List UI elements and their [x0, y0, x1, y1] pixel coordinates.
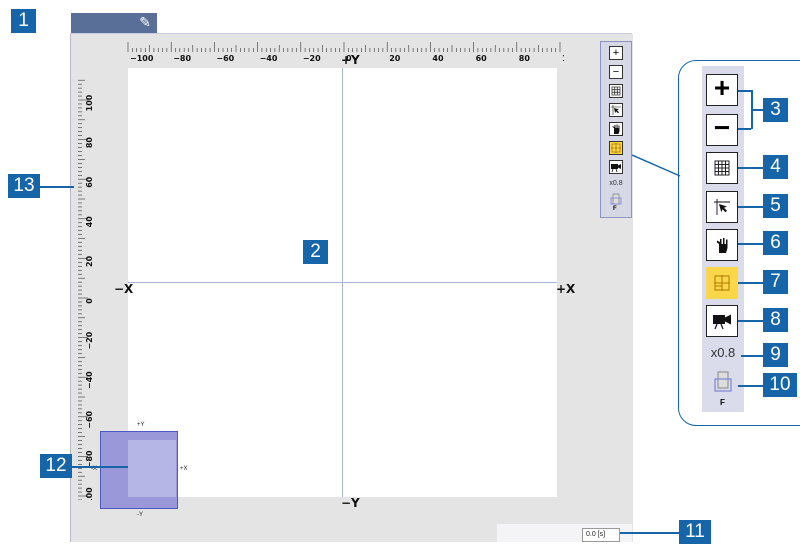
- zoom-out-button-large[interactable]: −: [706, 114, 738, 146]
- zoom-in-large-label: +: [713, 72, 731, 103]
- zoom-in-button-large[interactable]: +: [706, 74, 738, 106]
- pan-button-large[interactable]: [706, 229, 738, 261]
- callout-line-13: [40, 186, 74, 188]
- callout-line-6: [738, 243, 763, 245]
- focus-label-large: F: [720, 398, 725, 407]
- focus-icon: [714, 371, 732, 392]
- camera-icon: [713, 314, 731, 330]
- callout-6: 6: [763, 231, 788, 255]
- callout-13: 13: [8, 174, 40, 198]
- zoom-out-large-label: −: [713, 112, 731, 143]
- grid-button-large[interactable]: [706, 152, 738, 184]
- callout-2: 2: [303, 240, 328, 264]
- callout-line-3-top: [738, 90, 751, 92]
- callout-9: 9: [763, 343, 788, 367]
- zoom-level-readout-large: x0.8: [710, 345, 736, 360]
- callout-12: 12: [40, 454, 72, 478]
- time-readout: 0.0 [s]: [582, 528, 620, 542]
- viewport-button-large[interactable]: [706, 267, 738, 299]
- callout-7: 7: [763, 270, 788, 294]
- callout-11: 11: [679, 520, 711, 544]
- callout-line-3-h: [751, 109, 763, 111]
- callout-line-5: [738, 206, 763, 208]
- callout-line-3-bot: [738, 128, 751, 130]
- grid-icon: [714, 160, 730, 176]
- callout-line-7: [738, 282, 763, 284]
- callout-line-11: [620, 532, 679, 534]
- callout-line-4: [738, 167, 763, 169]
- zoom-connector-lines: [631, 154, 681, 177]
- focus-control-large[interactable]: F: [710, 370, 736, 410]
- callout-line-12: [70, 466, 128, 468]
- callout-line-9: [741, 355, 763, 357]
- hand-icon: [717, 238, 728, 253]
- callout-line-10: [738, 385, 763, 387]
- callout-4: 4: [763, 155, 788, 179]
- viewport-icon: [714, 275, 730, 291]
- select-arrow-icon: [714, 199, 730, 215]
- callout-1: 1: [11, 9, 36, 33]
- callout-8: 8: [763, 308, 788, 332]
- camera-button-large[interactable]: [706, 305, 738, 337]
- callout-3: 3: [763, 98, 788, 122]
- callout-5: 5: [763, 194, 788, 218]
- callout-10: 10: [763, 373, 797, 397]
- select-button-large[interactable]: [706, 191, 738, 223]
- callout-line-8: [738, 320, 763, 322]
